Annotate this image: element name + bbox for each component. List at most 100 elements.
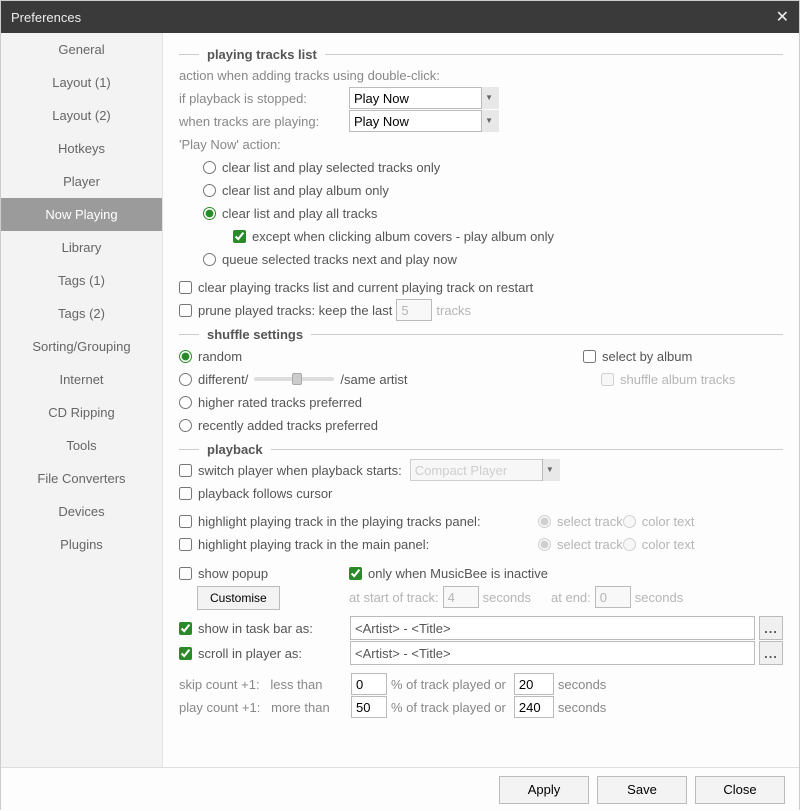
sidebar-item[interactable]: File Converters <box>1 462 162 495</box>
shuffle-different-label: different/ <box>198 372 248 387</box>
group-header-label: playing tracks list <box>207 47 317 62</box>
add-action-desc: action when adding tracks using double-c… <box>179 64 783 86</box>
taskbar-format-input[interactable]: <Artist> - <Title> <box>350 616 755 640</box>
check-switch-player[interactable] <box>179 464 192 477</box>
radio-hl1-color <box>623 515 636 528</box>
scroll-format-button[interactable]: ... <box>759 641 783 665</box>
play-sec-input[interactable] <box>514 696 554 718</box>
skip-pct-input[interactable] <box>351 673 387 695</box>
radio-shuffle-recent-label: recently added tracks preferred <box>198 418 378 433</box>
shuffle-same-artist-label: /same artist <box>340 372 407 387</box>
highlight-main-panel-label: highlight playing track in the main pane… <box>198 537 538 552</box>
check-show-taskbar[interactable] <box>179 622 192 635</box>
if-stopped-label: if playback is stopped: <box>179 91 349 106</box>
customise-button[interactable]: Customise <box>197 586 280 610</box>
switch-player-select: Compact Player <box>410 459 560 481</box>
check-except-album-covers-label: except when clicking album covers - play… <box>252 229 554 244</box>
titlebar: Preferences ✕ <box>1 1 799 33</box>
sidebar-item[interactable]: Sorting/Grouping <box>1 330 162 363</box>
check-show-popup[interactable] <box>179 567 192 580</box>
prune-count-input[interactable] <box>396 299 432 321</box>
taskbar-format-button[interactable]: ... <box>759 616 783 640</box>
radio-clear-selected[interactable] <box>203 161 216 174</box>
check-highlight-main-panel[interactable] <box>179 538 192 551</box>
sidebar-item[interactable]: Tags (1) <box>1 264 162 297</box>
seconds-label: seconds <box>558 700 606 715</box>
popup-start-label: at start of track: <box>349 590 439 605</box>
prune-suffix-label: tracks <box>436 303 471 318</box>
sidebar-item[interactable]: Now Playing <box>1 198 162 231</box>
sidebar-item[interactable]: Library <box>1 231 162 264</box>
check-clear-on-restart-label: clear playing tracks list and current pl… <box>198 280 533 295</box>
radio-clear-album[interactable] <box>203 184 216 197</box>
check-highlight-playing-panel[interactable] <box>179 515 192 528</box>
content-panel: playing tracks list action when adding t… <box>163 33 799 767</box>
radio-shuffle-random[interactable] <box>179 350 192 363</box>
radio-clear-album-label: clear list and play album only <box>222 183 389 198</box>
sidebar-item[interactable]: Internet <box>1 363 162 396</box>
check-select-by-album[interactable] <box>583 350 596 363</box>
check-follows-cursor-label: playback follows cursor <box>198 486 332 501</box>
radio-queue-next-label: queue selected tracks next and play now <box>222 252 457 267</box>
when-playing-select[interactable]: Play Now <box>349 110 499 132</box>
close-button[interactable]: Close <box>695 776 785 804</box>
radio-hl2-color-label: color text <box>642 537 695 552</box>
save-button[interactable]: Save <box>597 776 687 804</box>
skip-sec-input[interactable] <box>514 673 554 695</box>
radio-shuffle-different[interactable] <box>179 373 192 386</box>
highlight-playing-panel-label: highlight playing track in the playing t… <box>198 514 538 529</box>
check-scroll-player-label: scroll in player as: <box>198 646 350 661</box>
group-playback: playback <box>179 442 783 457</box>
sidebar-item[interactable]: Tools <box>1 429 162 462</box>
prune-prefix-label: prune played tracks: keep the last <box>198 303 392 318</box>
sidebar-item[interactable]: CD Ripping <box>1 396 162 429</box>
sidebar-item[interactable]: Tags (2) <box>1 297 162 330</box>
radio-queue-next[interactable] <box>203 253 216 266</box>
close-icon[interactable]: ✕ <box>776 7 789 27</box>
shuffle-artist-slider[interactable] <box>254 377 334 381</box>
radio-clear-all-label: clear list and play all tracks <box>222 206 377 221</box>
check-show-popup-label: show popup <box>198 566 268 581</box>
check-scroll-player[interactable] <box>179 647 192 660</box>
skip-count-label: skip count +1: less than <box>179 677 351 692</box>
radio-hl1-select <box>538 515 551 528</box>
check-only-inactive[interactable] <box>349 567 362 580</box>
radio-shuffle-recent[interactable] <box>179 419 192 432</box>
sidebar-item[interactable]: General <box>1 33 162 66</box>
radio-hl2-select <box>538 538 551 551</box>
group-header-label: playback <box>207 442 263 457</box>
sidebar: GeneralLayout (1)Layout (2)HotkeysPlayer… <box>1 33 163 767</box>
group-playing-tracks: playing tracks list <box>179 47 783 62</box>
check-shuffle-album-tracks-label: shuffle album tracks <box>620 372 735 387</box>
popup-end-input <box>595 586 631 608</box>
radio-hl2-select-label: select track <box>557 537 623 552</box>
play-now-action-label: 'Play Now' action: <box>179 133 783 155</box>
sidebar-item[interactable]: Layout (1) <box>1 66 162 99</box>
check-only-inactive-label: only when MusicBee is inactive <box>368 566 548 581</box>
check-follows-cursor[interactable] <box>179 487 192 500</box>
play-pct-input[interactable] <box>351 696 387 718</box>
check-clear-on-restart[interactable] <box>179 281 192 294</box>
radio-hl1-color-label: color text <box>642 514 695 529</box>
group-shuffle: shuffle settings <box>179 327 783 342</box>
check-except-album-covers[interactable] <box>233 230 246 243</box>
sidebar-item[interactable]: Devices <box>1 495 162 528</box>
check-show-taskbar-label: show in task bar as: <box>198 621 350 636</box>
when-playing-label: when tracks are playing: <box>179 114 349 129</box>
sidebar-item[interactable]: Plugins <box>1 528 162 561</box>
sidebar-item[interactable]: Hotkeys <box>1 132 162 165</box>
radio-clear-all[interactable] <box>203 207 216 220</box>
check-select-by-album-label: select by album <box>602 349 692 364</box>
scroll-format-input[interactable]: <Artist> - <Title> <box>350 641 755 665</box>
check-shuffle-album-tracks <box>601 373 614 386</box>
window-title: Preferences <box>11 10 81 25</box>
check-prune-tracks[interactable] <box>179 304 192 317</box>
if-stopped-select[interactable]: Play Now <box>349 87 499 109</box>
footer: Apply Save Close <box>1 767 799 811</box>
sidebar-item[interactable]: Layout (2) <box>1 99 162 132</box>
radio-shuffle-higher-rated[interactable] <box>179 396 192 409</box>
play-count-label: play count +1: more than <box>179 700 351 715</box>
radio-clear-selected-label: clear list and play selected tracks only <box>222 160 440 175</box>
sidebar-item[interactable]: Player <box>1 165 162 198</box>
apply-button[interactable]: Apply <box>499 776 589 804</box>
